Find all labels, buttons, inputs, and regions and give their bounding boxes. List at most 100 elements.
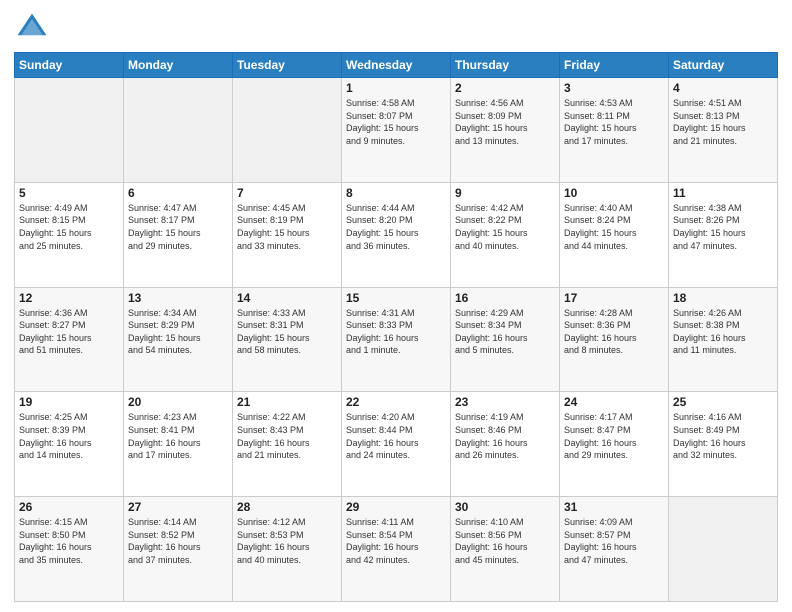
day-number: 26 xyxy=(19,500,119,514)
calendar-cell: 24Sunrise: 4:17 AM Sunset: 8:47 PM Dayli… xyxy=(560,392,669,497)
day-number: 22 xyxy=(346,395,446,409)
day-number: 7 xyxy=(237,186,337,200)
calendar-header-friday: Friday xyxy=(560,53,669,78)
calendar-cell: 22 Sunrise: 4:20 AM Sunset: 8:44 PM Dayli… xyxy=(342,392,451,497)
day-number: 5 xyxy=(19,186,119,200)
calendar-cell: 28 Sunrise: 4:12 AM Sunset: 8:53 PM Dayli… xyxy=(233,497,342,602)
day-info: Sunrise: 4:42 AM Sunset: 8:22 PM Dayligh… xyxy=(455,202,555,252)
day-number: 25 xyxy=(673,395,773,409)
logo-icon xyxy=(14,10,50,46)
calendar-cell: 18 Sunrise: 4:26 AM Sunset: 8:38 PM Dayli… xyxy=(669,287,778,392)
day-number: 12 xyxy=(19,291,119,305)
calendar-header-monday: Monday xyxy=(124,53,233,78)
day-number: 14 xyxy=(237,291,337,305)
calendar-header-tuesday: Tuesday xyxy=(233,53,342,78)
calendar-header-thursday: Thursday xyxy=(451,53,560,78)
day-info: Sunrise: 4:47 AM Sunset: 8:17 PM Dayligh… xyxy=(128,202,228,252)
day-info: Sunrise: 4:38 AM Sunset: 8:26 PM Dayligh… xyxy=(673,202,773,252)
calendar-cell: 25 Sunrise: 4:16 AM Sunset: 8:49 PM Dayli… xyxy=(669,392,778,497)
day-info: Sunrise: 4:28 AM Sunset: 8:36 PM Dayligh… xyxy=(564,307,664,357)
calendar-week-4: 19 Sunrise: 4:25 AM Sunset: 8:39 PM Dayli… xyxy=(15,392,778,497)
day-info: Sunrise: 4:14 AM Sunset: 8:52 PM Dayligh… xyxy=(128,516,228,566)
calendar-cell: 15 Sunrise: 4:31 AM Sunset: 8:33 PM Dayli… xyxy=(342,287,451,392)
calendar-cell: 16Sunrise: 4:29 AM Sunset: 8:34 PM Dayli… xyxy=(451,287,560,392)
day-number: 13 xyxy=(128,291,228,305)
day-info: Sunrise: 4:26 AM Sunset: 8:38 PM Dayligh… xyxy=(673,307,773,357)
day-number: 11 xyxy=(673,186,773,200)
calendar-cell: 31 Sunrise: 4:09 AM Sunset: 8:57 PM Dayli… xyxy=(560,497,669,602)
day-info: Sunrise: 4:51 AM Sunset: 8:13 PM Dayligh… xyxy=(673,97,773,147)
day-info: Sunrise: 4:25 AM Sunset: 8:39 PM Dayligh… xyxy=(19,411,119,461)
day-number: 27 xyxy=(128,500,228,514)
calendar-table: SundayMondayTuesdayWednesdayThursdayFrid… xyxy=(14,52,778,602)
day-number: 2 xyxy=(455,81,555,95)
calendar-cell: 21 Sunrise: 4:22 AM Sunset: 8:43 PM Dayli… xyxy=(233,392,342,497)
day-number: 4 xyxy=(673,81,773,95)
day-info: Sunrise: 4:17 AM Sunset: 8:47 PM Dayligh… xyxy=(564,411,664,461)
calendar-cell: 12Sunrise: 4:36 AM Sunset: 8:27 PM Dayli… xyxy=(15,287,124,392)
day-info: Sunrise: 4:49 AM Sunset: 8:15 PM Dayligh… xyxy=(19,202,119,252)
calendar-cell: 11 Sunrise: 4:38 AM Sunset: 8:26 PM Dayli… xyxy=(669,182,778,287)
calendar-cell: 23 Sunrise: 4:19 AM Sunset: 8:46 PM Dayli… xyxy=(451,392,560,497)
day-number: 20 xyxy=(128,395,228,409)
day-info: Sunrise: 4:15 AM Sunset: 8:50 PM Dayligh… xyxy=(19,516,119,566)
page: SundayMondayTuesdayWednesdayThursdayFrid… xyxy=(0,0,792,612)
day-number: 28 xyxy=(237,500,337,514)
calendar-cell: 3Sunrise: 4:53 AM Sunset: 8:11 PM Daylig… xyxy=(560,78,669,183)
day-info: Sunrise: 4:11 AM Sunset: 8:54 PM Dayligh… xyxy=(346,516,446,566)
day-number: 8 xyxy=(346,186,446,200)
day-info: Sunrise: 4:22 AM Sunset: 8:43 PM Dayligh… xyxy=(237,411,337,461)
day-info: Sunrise: 4:09 AM Sunset: 8:57 PM Dayligh… xyxy=(564,516,664,566)
calendar-cell xyxy=(15,78,124,183)
day-number: 30 xyxy=(455,500,555,514)
day-number: 17 xyxy=(564,291,664,305)
day-info: Sunrise: 4:16 AM Sunset: 8:49 PM Dayligh… xyxy=(673,411,773,461)
calendar-cell: 4 Sunrise: 4:51 AM Sunset: 8:13 PM Daylig… xyxy=(669,78,778,183)
calendar-cell xyxy=(669,497,778,602)
day-info: Sunrise: 4:10 AM Sunset: 8:56 PM Dayligh… xyxy=(455,516,555,566)
calendar-cell: 8 Sunrise: 4:44 AM Sunset: 8:20 PM Daylig… xyxy=(342,182,451,287)
day-number: 31 xyxy=(564,500,664,514)
calendar-week-5: 26 Sunrise: 4:15 AM Sunset: 8:50 PM Dayli… xyxy=(15,497,778,602)
calendar-week-3: 12Sunrise: 4:36 AM Sunset: 8:27 PM Dayli… xyxy=(15,287,778,392)
day-info: Sunrise: 4:31 AM Sunset: 8:33 PM Dayligh… xyxy=(346,307,446,357)
calendar-cell: 7 Sunrise: 4:45 AM Sunset: 8:19 PM Daylig… xyxy=(233,182,342,287)
calendar-cell: 10Sunrise: 4:40 AM Sunset: 8:24 PM Dayli… xyxy=(560,182,669,287)
logo xyxy=(14,10,54,46)
day-info: Sunrise: 4:19 AM Sunset: 8:46 PM Dayligh… xyxy=(455,411,555,461)
calendar-cell: 30 Sunrise: 4:10 AM Sunset: 8:56 PM Dayli… xyxy=(451,497,560,602)
day-info: Sunrise: 4:34 AM Sunset: 8:29 PM Dayligh… xyxy=(128,307,228,357)
day-number: 23 xyxy=(455,395,555,409)
calendar-cell xyxy=(124,78,233,183)
day-info: Sunrise: 4:58 AM Sunset: 8:07 PM Dayligh… xyxy=(346,97,446,147)
day-number: 3 xyxy=(564,81,664,95)
day-info: Sunrise: 4:12 AM Sunset: 8:53 PM Dayligh… xyxy=(237,516,337,566)
calendar-week-2: 5 Sunrise: 4:49 AM Sunset: 8:15 PM Daylig… xyxy=(15,182,778,287)
day-number: 21 xyxy=(237,395,337,409)
day-number: 9 xyxy=(455,186,555,200)
calendar-cell: 26 Sunrise: 4:15 AM Sunset: 8:50 PM Dayli… xyxy=(15,497,124,602)
day-number: 19 xyxy=(19,395,119,409)
day-number: 29 xyxy=(346,500,446,514)
day-info: Sunrise: 4:45 AM Sunset: 8:19 PM Dayligh… xyxy=(237,202,337,252)
day-info: Sunrise: 4:20 AM Sunset: 8:44 PM Dayligh… xyxy=(346,411,446,461)
calendar-cell: 9 Sunrise: 4:42 AM Sunset: 8:22 PM Daylig… xyxy=(451,182,560,287)
day-info: Sunrise: 4:56 AM Sunset: 8:09 PM Dayligh… xyxy=(455,97,555,147)
day-info: Sunrise: 4:44 AM Sunset: 8:20 PM Dayligh… xyxy=(346,202,446,252)
calendar-cell: 20Sunrise: 4:23 AM Sunset: 8:41 PM Dayli… xyxy=(124,392,233,497)
day-number: 10 xyxy=(564,186,664,200)
day-number: 18 xyxy=(673,291,773,305)
day-number: 16 xyxy=(455,291,555,305)
header xyxy=(14,10,778,46)
calendar-header-wednesday: Wednesday xyxy=(342,53,451,78)
calendar-header-saturday: Saturday xyxy=(669,53,778,78)
calendar-header-row: SundayMondayTuesdayWednesdayThursdayFrid… xyxy=(15,53,778,78)
calendar-cell: 14 Sunrise: 4:33 AM Sunset: 8:31 PM Dayli… xyxy=(233,287,342,392)
day-number: 15 xyxy=(346,291,446,305)
calendar-cell: 1Sunrise: 4:58 AM Sunset: 8:07 PM Daylig… xyxy=(342,78,451,183)
calendar-week-1: 1Sunrise: 4:58 AM Sunset: 8:07 PM Daylig… xyxy=(15,78,778,183)
day-info: Sunrise: 4:33 AM Sunset: 8:31 PM Dayligh… xyxy=(237,307,337,357)
calendar-cell xyxy=(233,78,342,183)
calendar-cell: 27 Sunrise: 4:14 AM Sunset: 8:52 PM Dayli… xyxy=(124,497,233,602)
calendar-cell: 17 Sunrise: 4:28 AM Sunset: 8:36 PM Dayli… xyxy=(560,287,669,392)
